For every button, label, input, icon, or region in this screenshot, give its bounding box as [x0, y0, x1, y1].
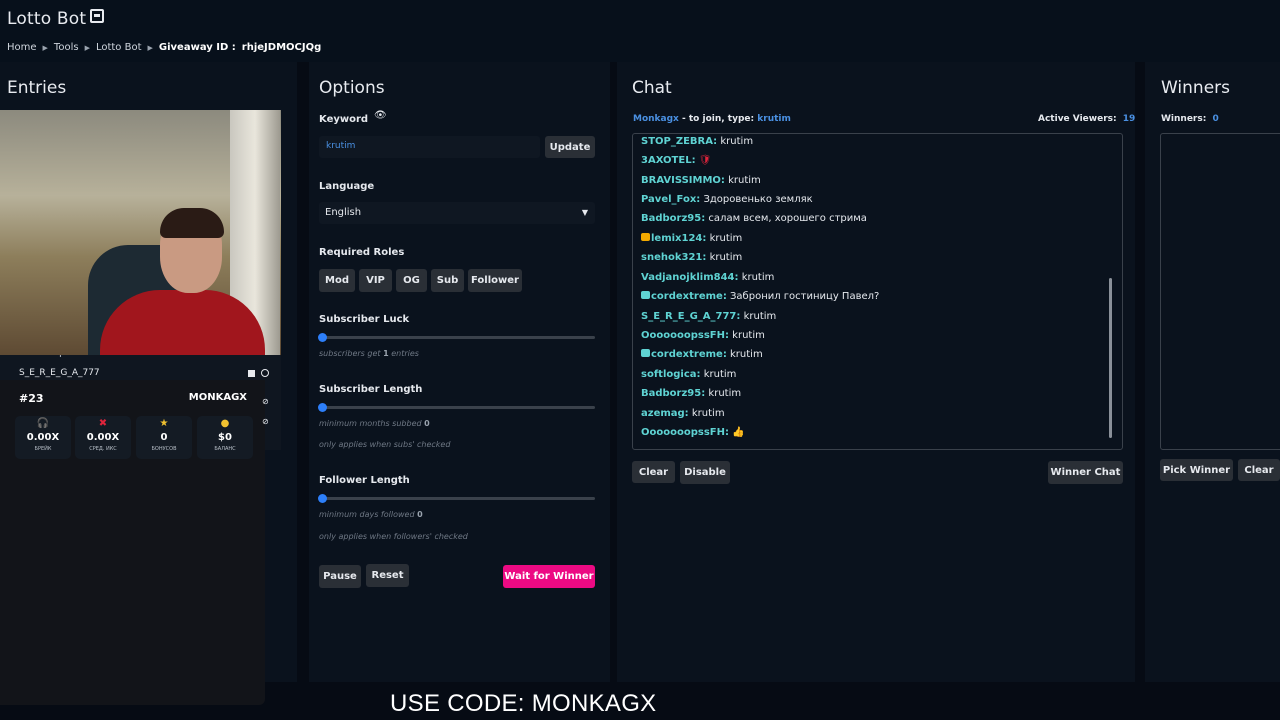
chat-message: Badborz95: krutim: [641, 388, 742, 399]
badge-icon: [641, 291, 650, 299]
ban-icon[interactable]: ⊘ ⊘: [262, 392, 269, 432]
subscriber-length-note: only applies when subs' checked: [319, 440, 451, 449]
chat-message: STOP_ZEBRA: krutim: [641, 136, 754, 147]
entries-title: Entries: [7, 78, 67, 98]
checkbox[interactable]: [248, 370, 255, 377]
language-select[interactable]: English ▼: [319, 202, 595, 224]
stat-card: ★ 0 БОНУСОВ: [136, 416, 192, 459]
badge-icon: [641, 349, 650, 357]
active-viewers: Active Viewers: 19: [1038, 114, 1136, 124]
chat-message: cordextreme: Забронил гостиницу Павел?: [641, 291, 879, 302]
chevron-right-icon: ▶: [147, 43, 153, 52]
badge-icon: [641, 233, 650, 241]
pick-winner-button[interactable]: Pick Winner: [1160, 459, 1233, 481]
top-bar: Lotto Bot Home ▶ Tools ▶ Lotto Bot ▶ Giv…: [0, 0, 1280, 62]
chat-message: Vadjanojklim844: krutim: [641, 272, 775, 283]
chat-disable-button[interactable]: Disable: [680, 461, 730, 484]
chat-message: lemix124: krutim: [641, 233, 742, 244]
webcam-overlay: [0, 110, 281, 355]
wait-for-winner-button[interactable]: Wait for Winner: [503, 565, 595, 588]
pause-button[interactable]: Pause: [319, 565, 361, 588]
subscriber-luck-slider[interactable]: [318, 333, 595, 342]
chat-message: azemag: krutim: [641, 408, 725, 419]
breadcrumb-lotto-bot[interactable]: Lotto Bot: [96, 42, 142, 53]
role-follower-button[interactable]: Follower: [468, 269, 522, 292]
coin-icon: ●: [220, 418, 230, 429]
chat-message: BRAVISSIMMO: krutim: [641, 175, 761, 186]
role-vip-button[interactable]: VIP: [359, 269, 392, 292]
robot-icon: [90, 9, 104, 23]
chat-message: S_E_R_E_G_A_777: krutim: [641, 311, 777, 322]
chat-clear-button[interactable]: Clear: [632, 461, 675, 483]
chat-scrollbar[interactable]: [1109, 278, 1112, 438]
channel-name: MONKAGX: [188, 392, 247, 403]
language-label: Language: [319, 181, 375, 192]
app-title: Lotto Bot: [7, 9, 87, 29]
slider-knob[interactable]: [318, 333, 327, 342]
star-icon: ★: [159, 418, 169, 429]
follower-length-label: Follower Length: [319, 475, 410, 486]
chevron-right-icon: ▶: [42, 43, 48, 52]
chevron-down-icon: ▼: [581, 208, 588, 217]
chat-log[interactable]: STOP_ZEBRA: krutim 3AXOTEL: 🛡 BRAVISSIMM…: [632, 133, 1123, 450]
chat-message: cordextreme: krutim: [641, 349, 763, 360]
update-button[interactable]: Update: [545, 136, 595, 158]
chat-message: softlogica: krutim: [641, 369, 737, 380]
winners-list: [1160, 133, 1280, 450]
keyword-input[interactable]: krutim: [319, 136, 540, 158]
subscriber-length-label: Subscriber Length: [319, 384, 423, 395]
headset-icon: 🎧: [36, 418, 50, 429]
chat-message: snehok321: krutim: [641, 252, 743, 263]
promo-code-banner: USE CODE: MONKAGX: [390, 690, 657, 717]
breadcrumb-tools[interactable]: Tools: [54, 42, 79, 53]
chat-message: Badborz95: салам всем, хорошего стрима: [641, 213, 867, 224]
role-og-button[interactable]: OG: [396, 269, 427, 292]
options-title: Options: [319, 78, 385, 98]
giveaway-label: Giveaway ID :: [158, 42, 236, 53]
breadcrumb: Home ▶ Tools ▶ Lotto Bot ▶ Giveaway ID :…: [7, 42, 321, 53]
subscriber-length-slider[interactable]: [318, 403, 595, 412]
slider-knob[interactable]: [318, 403, 327, 412]
chat-join-info: Monkagx - to join, type: krutim: [633, 114, 791, 124]
rank-label: #23: [19, 392, 44, 405]
ban-icon[interactable]: [261, 369, 269, 377]
chat-message: OoooooopssFH: 👍: [641, 427, 745, 438]
winners-clear-button[interactable]: Clear: [1238, 459, 1280, 481]
keyword-label: Keyword: [319, 114, 369, 125]
eye-icon[interactable]: 👁: [374, 110, 387, 121]
chevron-right-icon: ▶: [84, 43, 90, 52]
breadcrumb-home[interactable]: Home: [7, 42, 37, 53]
list-item: S_E_R_E_G_A_777: [19, 368, 100, 378]
cross-icon: ✖: [98, 418, 108, 429]
reset-button[interactable]: Reset: [366, 564, 409, 587]
winner-chat-button[interactable]: Winner Chat: [1048, 461, 1123, 484]
follower-length-note: only applies when followers' checked: [319, 532, 468, 541]
chat-message: 3AXOTEL: 🛡: [641, 155, 712, 166]
chat-title: Chat: [632, 78, 672, 98]
stat-card: 🎧 0.00X БРЕЙК: [15, 416, 71, 459]
chat-message: OoooooopssFH: krutim: [641, 330, 765, 341]
giveaway-id: rhjeJDMOCJQg: [241, 42, 322, 53]
slider-knob[interactable]: [318, 494, 327, 503]
role-mod-button[interactable]: Mod: [319, 269, 355, 292]
chat-message: Pavel_Fox: Здоровенько земляк: [641, 194, 813, 205]
follower-length-hint: minimum days followed 0: [319, 510, 423, 519]
subscriber-luck-label: Subscriber Luck: [319, 314, 410, 325]
winners-count: Winners: 0: [1161, 114, 1219, 124]
stat-card: ✖ 0.00X СРЕД. ИКС: [75, 416, 131, 459]
required-roles-label: Required Roles: [319, 247, 405, 258]
channel-link[interactable]: Monkagx: [633, 114, 679, 124]
role-sub-button[interactable]: Sub: [431, 269, 464, 292]
stat-card: ● $0 БАЛАНС: [197, 416, 253, 459]
subscriber-luck-hint: subscribers get 1 entries: [319, 349, 419, 358]
follower-length-slider[interactable]: [318, 494, 595, 503]
subscriber-length-hint: minimum months subbed 0: [319, 419, 430, 428]
winners-title: Winners: [1161, 78, 1231, 98]
